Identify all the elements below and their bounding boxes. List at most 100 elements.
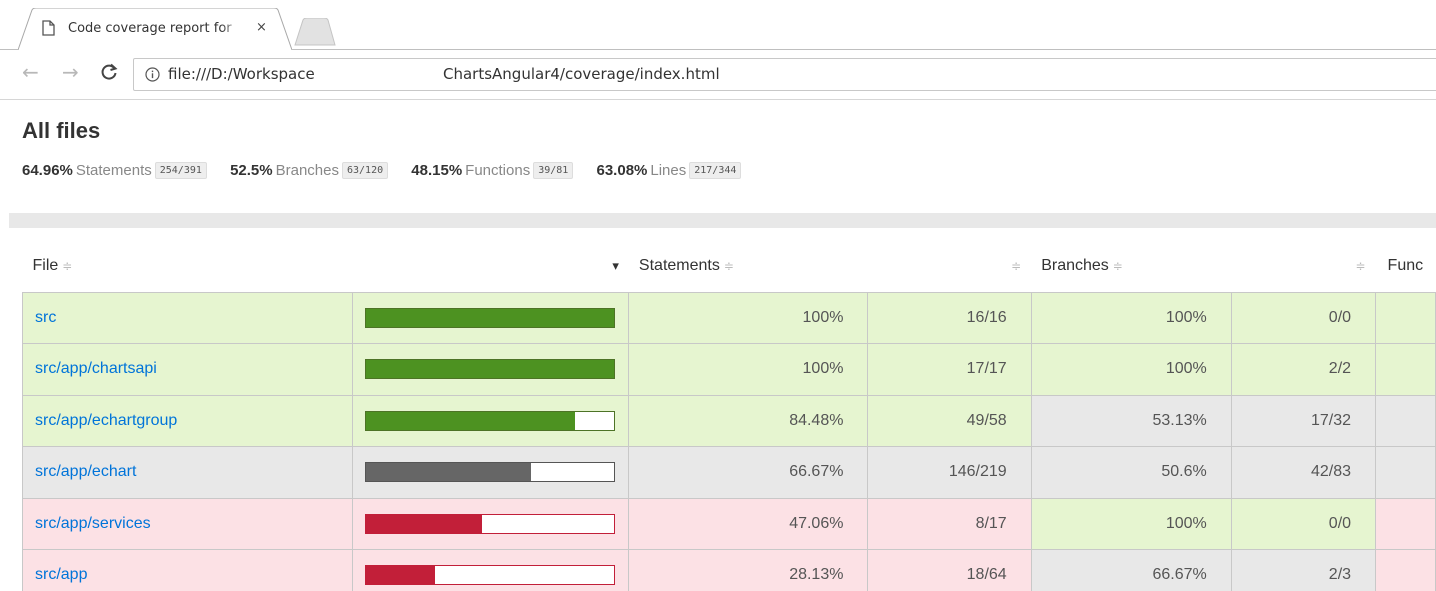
coverage-bar-cell <box>351 343 630 396</box>
sort-icon: ≑ <box>1011 258 1022 273</box>
browser-tab-strip: Code coverage report for × <box>0 0 1436 51</box>
column-header-branches-frac[interactable]: ≑ <box>1231 240 1375 292</box>
sort-icon: ≑ <box>1355 258 1366 273</box>
coverage-bar <box>364 410 615 431</box>
statements-pct-cell: 47.06% <box>628 497 869 550</box>
functions-pct-cell <box>1375 446 1436 499</box>
coverage-bar-fill <box>365 514 483 533</box>
branches-pct-cell: 100% <box>1030 497 1232 550</box>
coverage-bar-fill <box>365 308 614 327</box>
branches-fraction-cell: 17/32 <box>1230 394 1377 447</box>
header-label: Statements <box>638 256 720 274</box>
browser-toolbar: ← → file:///D:/Workspace ChartsAngular4/… <box>0 50 1436 100</box>
column-header-functions[interactable]: Func <box>1376 240 1436 292</box>
sort-icon: ≑ <box>62 258 73 273</box>
statements-fraction-cell: 8/17 <box>867 497 1032 550</box>
statements-pct-cell: 100% <box>628 343 869 396</box>
header-label: Branches <box>1041 256 1109 274</box>
file-cell: src/app/echart <box>22 446 353 499</box>
statements-pct-cell: 28.13% <box>628 549 869 591</box>
file-cell: src <box>22 291 353 344</box>
coverage-bar <box>364 359 615 380</box>
table-row: src/app 28.13% 18/64 66.67% 2/3 <box>22 549 1436 591</box>
summary-label: Functions <box>465 162 531 179</box>
summary-fraction: 39/81 <box>533 162 574 179</box>
branches-fraction-cell: 0/0 <box>1230 291 1377 344</box>
file-link[interactable]: src/app <box>35 566 87 583</box>
tab-close-icon[interactable]: × <box>256 20 267 35</box>
file-link[interactable]: src/app/echart <box>35 463 136 480</box>
address-bar[interactable]: file:///D:/Workspace ChartsAngular4/cove… <box>133 58 1436 91</box>
coverage-summary: 64.96% Statements 254/391 52.5% Branches 63/… <box>22 162 760 188</box>
header-label: File <box>32 256 59 274</box>
coverage-table: File ≑ ▾ Statements ≑ ≑ Branches ≑ ≑ Func s… <box>22 240 1436 591</box>
info-icon[interactable] <box>145 67 160 82</box>
url-redaction <box>336 61 444 88</box>
statements-fraction-cell: 146/219 <box>867 446 1032 499</box>
file-link[interactable]: src/app/chartsapi <box>35 360 157 377</box>
sort-icon: ≑ <box>723 258 734 273</box>
summary-fraction: 63/120 <box>342 162 389 179</box>
statements-pct-cell: 100% <box>628 291 869 344</box>
new-tab-button[interactable] <box>294 18 336 46</box>
table-row: src/app/services 47.06% 8/17 100% 0/0 <box>22 497 1436 550</box>
file-link[interactable]: src/app/services <box>35 515 151 532</box>
table-header-row: File ≑ ▾ Statements ≑ ≑ Branches ≑ ≑ Func <box>23 240 1436 292</box>
table-row: src/app/chartsapi 100% 17/17 100% 2/2 <box>22 343 1436 396</box>
file-cell: src/app <box>22 549 353 591</box>
coverage-bar-cell <box>351 549 630 591</box>
branches-pct-cell: 50.6% <box>1030 446 1232 499</box>
summary-pct: 63.08% <box>596 162 648 179</box>
coverage-bar-cell <box>351 446 630 499</box>
file-link[interactable]: src/app/echartgroup <box>35 412 177 429</box>
summary-statements: 64.96% Statements 254/391 <box>22 162 207 179</box>
document-icon <box>42 20 55 36</box>
branches-fraction-cell: 2/3 <box>1230 549 1377 591</box>
branches-pct-cell: 66.67% <box>1030 549 1232 591</box>
branches-fraction-cell: 2/2 <box>1230 343 1377 396</box>
functions-pct-cell <box>1375 394 1436 447</box>
browser-tab[interactable]: Code coverage report for × <box>18 8 292 51</box>
statements-fraction-cell: 17/17 <box>867 343 1032 396</box>
summary-fraction: 217/344 <box>689 162 742 179</box>
column-header-statements[interactable]: Statements ≑ <box>629 240 868 292</box>
file-link[interactable]: src <box>35 309 56 326</box>
statements-fraction-cell: 49/58 <box>867 394 1032 447</box>
summary-label: Statements <box>75 162 152 179</box>
summary-branches: 52.5% Branches 63/120 <box>230 162 389 179</box>
tab-title: Code coverage report for <box>68 21 243 36</box>
status-line <box>9 213 1436 228</box>
reload-icon[interactable] <box>100 63 118 81</box>
summary-pct: 52.5% <box>230 162 273 179</box>
page-title: All files <box>22 118 101 143</box>
column-header-branches[interactable]: Branches ≑ <box>1031 240 1231 292</box>
table-row: src 100% 16/16 100% 0/0 <box>22 291 1436 344</box>
coverage-bar <box>364 462 615 483</box>
coverage-bar-fill <box>365 463 531 482</box>
coverage-bar-fill <box>365 566 436 585</box>
coverage-bar <box>364 565 615 586</box>
sort-active-icon: ▾ <box>612 257 619 273</box>
coverage-bar-fill <box>365 360 614 379</box>
forward-arrow-icon[interactable]: → <box>62 60 79 84</box>
functions-pct-cell <box>1375 497 1436 550</box>
summary-functions: 48.15% Functions 39/81 <box>411 162 574 179</box>
column-header-file[interactable]: File ≑ <box>23 240 353 292</box>
file-cell: src/app/echartgroup <box>22 394 353 447</box>
branches-fraction-cell: 42/83 <box>1230 446 1377 499</box>
branches-fraction-cell: 0/0 <box>1230 497 1377 550</box>
column-header-file-bar[interactable]: ▾ <box>352 240 629 292</box>
back-arrow-icon[interactable]: ← <box>22 60 39 84</box>
statements-pct-cell: 84.48% <box>628 394 869 447</box>
branches-pct-cell: 53.13% <box>1030 394 1232 447</box>
summary-fraction: 254/391 <box>154 162 207 179</box>
coverage-bar <box>364 307 615 328</box>
summary-pct: 64.96% <box>22 162 73 179</box>
column-header-statements-frac[interactable]: ≑ <box>868 240 1031 292</box>
functions-pct-cell <box>1375 291 1436 344</box>
table-body: src 100% 16/16 100% 0/0 src/app/chartsapi 100%… <box>22 291 1436 591</box>
functions-pct-cell <box>1375 549 1436 591</box>
summary-lines: 63.08% Lines 217/344 <box>597 162 742 179</box>
statements-fraction-cell: 18/64 <box>867 549 1032 591</box>
summary-pct: 48.15% <box>411 162 463 179</box>
